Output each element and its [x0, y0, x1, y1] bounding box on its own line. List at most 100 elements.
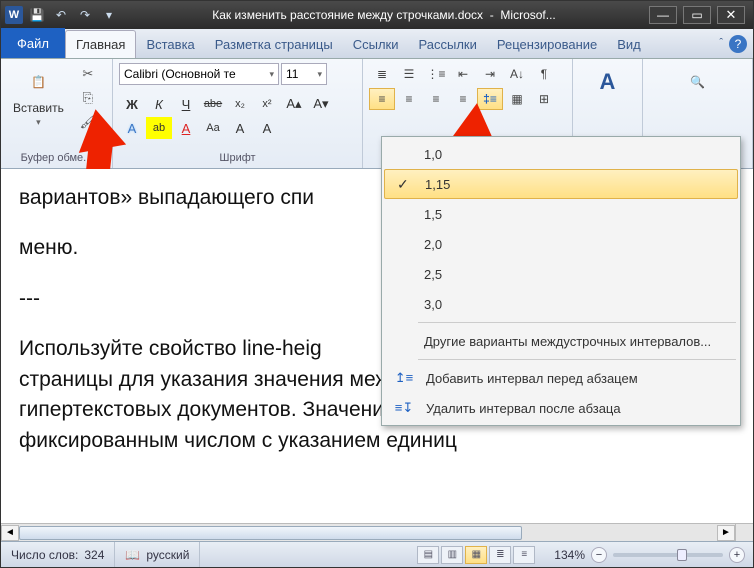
- cut-button[interactable]: ✂: [76, 63, 100, 85]
- tab-home[interactable]: Главная: [65, 30, 136, 58]
- ribbon-tabs: Файл Главная Вставка Разметка страницы С…: [1, 29, 753, 59]
- bullets-button[interactable]: ≣: [369, 63, 395, 85]
- add-before-icon: ↥≡: [392, 370, 416, 386]
- doc-line-1: вариантов» выпадающего спи: [19, 186, 314, 209]
- file-tab[interactable]: Файл: [1, 28, 65, 58]
- binoculars-icon: 🔍: [681, 65, 715, 99]
- shrink-font-button[interactable]: A▾: [308, 93, 334, 115]
- qat-undo-icon[interactable]: ↶: [51, 5, 71, 25]
- tab-review[interactable]: Рецензирование: [487, 30, 607, 58]
- subscript-button[interactable]: x₂: [227, 93, 253, 115]
- zoom-out-button[interactable]: −: [591, 547, 607, 563]
- add-space-before-paragraph[interactable]: ↥≡Добавить интервал перед абзацем: [384, 363, 738, 393]
- paste-button[interactable]: 📋 Вставить ▾: [7, 63, 70, 130]
- doc-line-2: меню.: [19, 236, 78, 259]
- font-family-combo[interactable]: Calibri (Основной те: [119, 63, 279, 85]
- tab-mailings[interactable]: Рассылки: [409, 30, 487, 58]
- styles-button[interactable]: A: [585, 63, 631, 101]
- word-count-label: Число слов:: [11, 548, 78, 562]
- superscript-button[interactable]: x²: [254, 93, 280, 115]
- decrease-indent-button[interactable]: ⇤: [450, 63, 476, 85]
- view-web-layout[interactable]: ▦: [465, 546, 487, 564]
- hscroll-left-icon[interactable]: ◄: [1, 525, 19, 541]
- zoom-in-button[interactable]: +: [729, 547, 745, 563]
- tab-references[interactable]: Ссылки: [343, 30, 409, 58]
- line-spacing-menu: 1,0 ✓1,15 1,5 2,0 2,5 3,0 Другие вариант…: [381, 136, 741, 426]
- group-font: Calibri (Основной те 11 Ж К Ч abe x₂ x² …: [113, 59, 363, 168]
- tab-view[interactable]: Вид: [607, 30, 651, 58]
- shading-button[interactable]: ▦: [504, 88, 530, 110]
- minimize-button[interactable]: —: [649, 6, 677, 24]
- qat-save-icon[interactable]: 💾: [27, 5, 47, 25]
- remove-space-after-paragraph[interactable]: ≡↧Удалить интервал после абзаца: [384, 393, 738, 423]
- line-spacing-option-1-0[interactable]: 1,0: [384, 139, 738, 169]
- proofing-icon: 📖: [125, 548, 140, 562]
- align-left-button[interactable]: ≡: [369, 88, 395, 110]
- font-size-combo[interactable]: 11: [281, 63, 327, 85]
- view-draft[interactable]: ≡: [513, 546, 535, 564]
- line-spacing-option-2-0[interactable]: 2,0: [384, 229, 738, 259]
- close-button[interactable]: ✕: [717, 6, 745, 24]
- word-count[interactable]: Число слов: 324: [1, 542, 115, 567]
- zoom-slider[interactable]: [613, 553, 723, 557]
- remove-after-icon: ≡↧: [392, 400, 416, 416]
- status-bar: Число слов: 324 📖 русский ▤ ▥ ▦ ≣ ≡ 134%…: [1, 541, 753, 567]
- hscroll-right-icon[interactable]: ►: [717, 525, 735, 541]
- copy-button[interactable]: ⎘: [76, 87, 100, 109]
- scroll-corner: [735, 523, 753, 541]
- font-color-button[interactable]: A: [173, 117, 199, 139]
- qat-customize-icon[interactable]: ▾: [99, 5, 119, 25]
- line-spacing-option-2-5[interactable]: 2,5: [384, 259, 738, 289]
- align-center-button[interactable]: ≡: [396, 88, 422, 110]
- word-count-value: 324: [84, 548, 104, 562]
- zoom-thumb[interactable]: [677, 549, 687, 561]
- hscroll-thumb[interactable]: [19, 526, 522, 540]
- paste-label: Вставить: [13, 101, 64, 115]
- view-full-screen[interactable]: ▥: [441, 546, 463, 564]
- align-right-button[interactable]: ≡: [423, 88, 449, 110]
- show-marks-button[interactable]: ¶: [531, 63, 557, 85]
- increase-indent-button[interactable]: ⇥: [477, 63, 503, 85]
- document-title: Как изменить расстояние между строчками.…: [212, 8, 483, 22]
- clipboard-icon: 📋: [21, 65, 55, 99]
- tab-page-layout[interactable]: Разметка страницы: [205, 30, 343, 58]
- doc-line-3: ---: [19, 287, 40, 310]
- numbering-button[interactable]: ☰: [396, 63, 422, 85]
- strikethrough-button[interactable]: abe: [200, 93, 226, 115]
- sort-button[interactable]: A↓: [504, 63, 530, 85]
- find-button[interactable]: 🔍: [675, 63, 721, 101]
- language-status[interactable]: 📖 русский: [115, 542, 200, 567]
- tab-insert[interactable]: Вставка: [136, 30, 204, 58]
- menu-separator: [418, 359, 736, 360]
- language-label: русский: [146, 548, 189, 562]
- line-spacing-option-1-5[interactable]: 1,5: [384, 199, 738, 229]
- italic-button[interactable]: К: [146, 93, 172, 115]
- char-border-button[interactable]: A: [254, 117, 280, 139]
- highlight-button[interactable]: ab: [146, 117, 172, 139]
- window-title: Как изменить расстояние между строчками.…: [119, 8, 649, 22]
- app-name: Microsof...: [500, 8, 555, 22]
- grow-font-button[interactable]: A▴: [281, 93, 307, 115]
- qat-redo-icon[interactable]: ↷: [75, 5, 95, 25]
- line-spacing-option-1-15[interactable]: ✓1,15: [384, 169, 738, 199]
- multilevel-list-button[interactable]: ⋮≡: [423, 63, 449, 85]
- minimize-ribbon-icon[interactable]: ˆ: [719, 37, 723, 49]
- view-outline[interactable]: ≣: [489, 546, 511, 564]
- title-bar: W 💾 ↶ ↷ ▾ Как изменить расстояние между …: [1, 1, 753, 29]
- borders-button[interactable]: ⊞: [531, 88, 557, 110]
- doc-line-4: Используйте свойство line-heig: [19, 337, 322, 360]
- line-spacing-options-more[interactable]: Другие варианты междустрочных интервалов…: [384, 326, 738, 356]
- zoom-value[interactable]: 134%: [554, 548, 585, 562]
- menu-separator: [418, 322, 736, 323]
- line-spacing-option-3-0[interactable]: 3,0: [384, 289, 738, 319]
- view-print-layout[interactable]: ▤: [417, 546, 439, 564]
- change-case-button[interactable]: Aa: [200, 117, 226, 139]
- font-group-label: Шрифт: [119, 150, 356, 166]
- maximize-button[interactable]: ▭: [683, 6, 711, 24]
- horizontal-scrollbar[interactable]: ◄ ►: [1, 523, 735, 541]
- underline-button[interactable]: Ч: [173, 93, 199, 115]
- clear-formatting-button[interactable]: A: [227, 117, 253, 139]
- check-icon: ✓: [397, 176, 409, 193]
- bold-button[interactable]: Ж: [119, 93, 145, 115]
- help-icon[interactable]: ?: [729, 35, 747, 53]
